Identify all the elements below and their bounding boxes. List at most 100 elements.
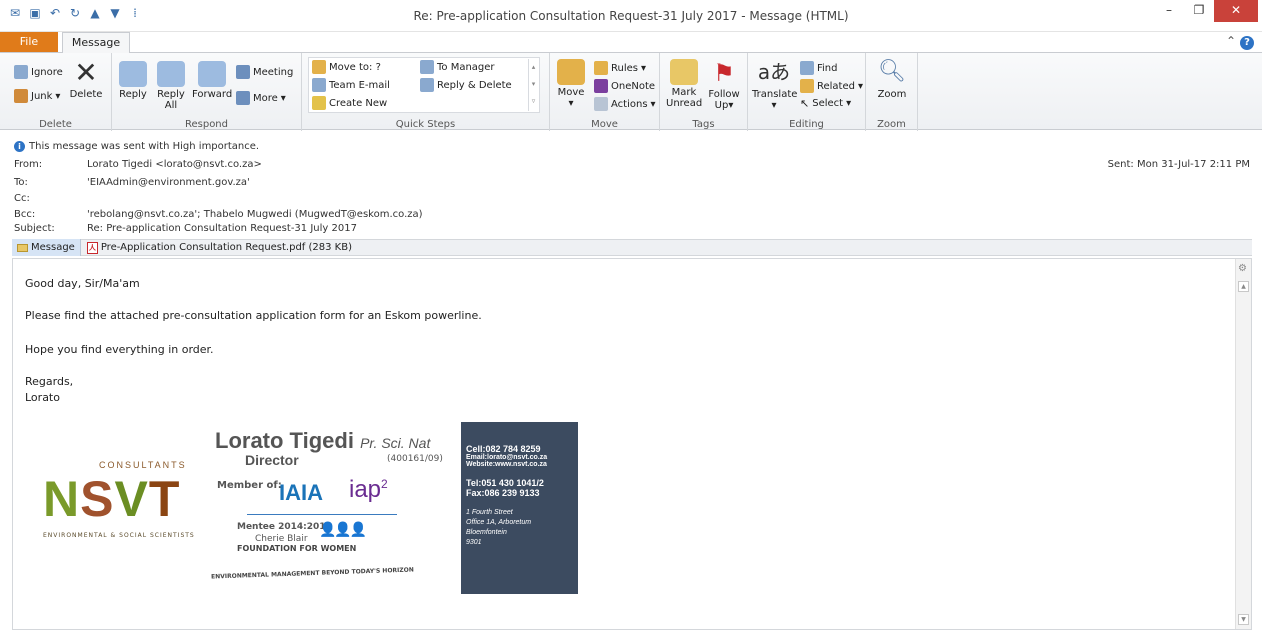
nsvt-logo: CONSULTANTS NSVT ENVIRONMENTAL & SOCIAL …: [43, 460, 195, 539]
reply-icon: [119, 61, 147, 87]
chevron-down-icon: ▾: [280, 92, 286, 104]
divider: [247, 514, 397, 515]
window-title: Re: Pre-application Consultation Request…: [413, 9, 849, 23]
translate-button[interactable]: aあ Translate ▾: [752, 57, 797, 111]
scroll-up-arrow[interactable]: ▲: [1238, 281, 1249, 292]
minimize-ribbon-icon[interactable]: ⌃: [1226, 34, 1236, 48]
pane-options-icon[interactable]: ⚙: [1238, 263, 1247, 274]
delete-button[interactable]: ✕ Delete: [68, 56, 104, 101]
greeting: Good day, Sir/Ma'am: [25, 277, 140, 290]
subject-row: Subject: Re: Pre-application Consultation…: [14, 223, 357, 234]
message-header: i This message was sent with High import…: [0, 131, 1262, 239]
chevron-down-icon: ▾: [846, 98, 852, 109]
respond-group: Reply Reply All Forward Meeting More ▾ Re…: [112, 53, 302, 131]
reply-all-button[interactable]: Reply All: [154, 61, 188, 111]
actions-button[interactable]: Actions ▾: [594, 97, 656, 111]
signature-name: Lorato Tigedi Pr. Sci. Nat: [215, 428, 431, 453]
editing-group: aあ Translate ▾ Find Related ▾ ↖ Select ▾ Ed…: [748, 53, 866, 131]
onenote-icon: [594, 79, 608, 93]
foundation-people-icon: 👤👤👤: [319, 522, 367, 538]
onenote-button[interactable]: OneNote: [594, 79, 655, 93]
address: 1 Fourth Street Office 1A, Arboretum Blo…: [466, 509, 532, 546]
registration-number: (400161/09): [387, 454, 443, 464]
reply-delete-quickstep[interactable]: Reply & Delete: [420, 78, 512, 92]
sent-date: Sent: Mon 31-Jul-17 2:11 PM: [1107, 159, 1250, 170]
envelope-icon: [670, 59, 698, 85]
recipient-bcc[interactable]: 'rebolang@nsvt.co.za'; Thabelo Mugwedi (…: [87, 209, 423, 220]
move-to-quickstep[interactable]: Move to: ?: [312, 60, 381, 74]
move-button[interactable]: Move ▾: [554, 59, 588, 109]
importance-infobar: i This message was sent with High import…: [14, 141, 259, 152]
delete-x-icon: ✕: [74, 56, 98, 89]
maximize-button[interactable]: ❐: [1184, 0, 1214, 22]
chevron-down-icon: ▾: [640, 62, 647, 74]
to-manager-icon: [420, 60, 434, 74]
ribbon-tabs: File Message ⌃?: [0, 32, 1262, 53]
recipient-to[interactable]: 'EIAAdmin@environment.gov.za': [87, 177, 250, 188]
body-line-2: Hope you find everything in order.: [25, 343, 214, 356]
attachment-bar: Message 人 Pre-Application Consultation R…: [12, 239, 1252, 256]
meeting-button[interactable]: Meeting: [236, 65, 293, 79]
tab-file[interactable]: File: [0, 32, 58, 52]
move-group-label: Move: [591, 119, 618, 130]
reply-all-icon: [157, 61, 185, 87]
vertical-scrollbar[interactable]: ⚙ ▲ ▼: [1235, 259, 1251, 629]
quick-steps-scroll[interactable]: ▴ ▾ ▿: [528, 59, 538, 111]
info-icon: i: [14, 141, 25, 152]
actions-icon: [594, 97, 608, 111]
mark-unread-button[interactable]: Mark Unread: [666, 59, 702, 109]
follow-up-button[interactable]: ⚑ Follow Up▾: [706, 59, 742, 111]
quick-steps-group: Move to: ? Team E-mail Create New To Man…: [302, 53, 550, 131]
translate-icon: aあ: [757, 60, 791, 84]
binoculars-icon: [800, 61, 814, 75]
reply-button[interactable]: Reply: [116, 61, 150, 100]
chevron-down-icon: ▾: [728, 100, 734, 111]
to-manager-quickstep[interactable]: To Manager: [420, 60, 495, 74]
junk-button[interactable]: Junk ▾: [14, 89, 60, 103]
chevron-down-icon: ▾: [55, 90, 61, 102]
iap2-logo: iap2: [349, 476, 388, 503]
ribbon: Ignore Junk ▾ ✕ Delete Delete Reply Reply…: [0, 52, 1262, 131]
minimize-button[interactable]: –: [1154, 0, 1184, 22]
bcc-row: Bcc:'rebolang@nsvt.co.za'; Thabelo Mugwe…: [14, 209, 423, 220]
delete-group: Ignore Junk ▾ ✕ Delete Delete: [0, 53, 112, 131]
ignore-button[interactable]: Ignore: [14, 65, 63, 79]
zoom-button[interactable]: 🔍︎ Zoom: [874, 57, 910, 100]
message-body[interactable]: Good day, Sir/Ma'am Please find the atta…: [12, 258, 1252, 630]
sender[interactable]: Lorato Tigedi <lorato@nsvt.co.za>: [87, 159, 262, 170]
rules-button[interactable]: Rules ▾: [594, 61, 646, 75]
folder-arrow-icon: [312, 60, 326, 74]
sender-name: Lorato: [25, 391, 60, 404]
lightning-icon: [312, 96, 326, 110]
team-email-icon: [312, 78, 326, 92]
close-button[interactable]: ✕: [1214, 0, 1258, 22]
select-button[interactable]: ↖ Select ▾: [800, 97, 851, 110]
email-signature: CONSULTANTS NSVT ENVIRONMENTAL & SOCIAL …: [43, 422, 598, 594]
rules-icon: [594, 61, 608, 75]
envelope-icon: [17, 243, 28, 252]
chevron-down-icon: ▾: [857, 80, 864, 92]
help-icon[interactable]: ?: [1240, 36, 1254, 50]
team-email-quickstep[interactable]: Team E-mail: [312, 78, 390, 92]
scroll-down-arrow[interactable]: ▼: [1238, 614, 1249, 625]
create-new-quickstep[interactable]: Create New: [312, 96, 387, 110]
subject: Re: Pre-application Consultation Request…: [87, 223, 357, 234]
related-button[interactable]: Related ▾: [800, 79, 863, 93]
forward-button[interactable]: Forward: [192, 61, 232, 100]
editing-group-label: Editing: [789, 119, 824, 130]
message-view-tab[interactable]: Message: [12, 239, 81, 256]
nsvt-wordmark: NSVT: [43, 471, 181, 527]
chevron-down-icon: ▾: [650, 98, 656, 110]
reply-delete-icon: [420, 78, 434, 92]
to-row: To: 'EIAAdmin@environment.gov.za': [14, 177, 250, 188]
window-controls: – ❐ ✕: [1154, 0, 1258, 22]
ignore-icon: [14, 65, 28, 79]
find-button[interactable]: Find: [800, 61, 838, 75]
more-respond-button[interactable]: More ▾: [236, 91, 286, 105]
signature-card: Lorato Tigedi Pr. Sci. Nat Director (400…: [207, 422, 453, 594]
iaia-logo: IAIA: [279, 480, 323, 505]
tags-group-label: Tags: [692, 119, 715, 130]
tab-message[interactable]: Message: [62, 32, 130, 53]
pdf-attachment[interactable]: 人 Pre-Application Consultation Request.p…: [81, 241, 352, 254]
forward-icon: [198, 61, 226, 87]
